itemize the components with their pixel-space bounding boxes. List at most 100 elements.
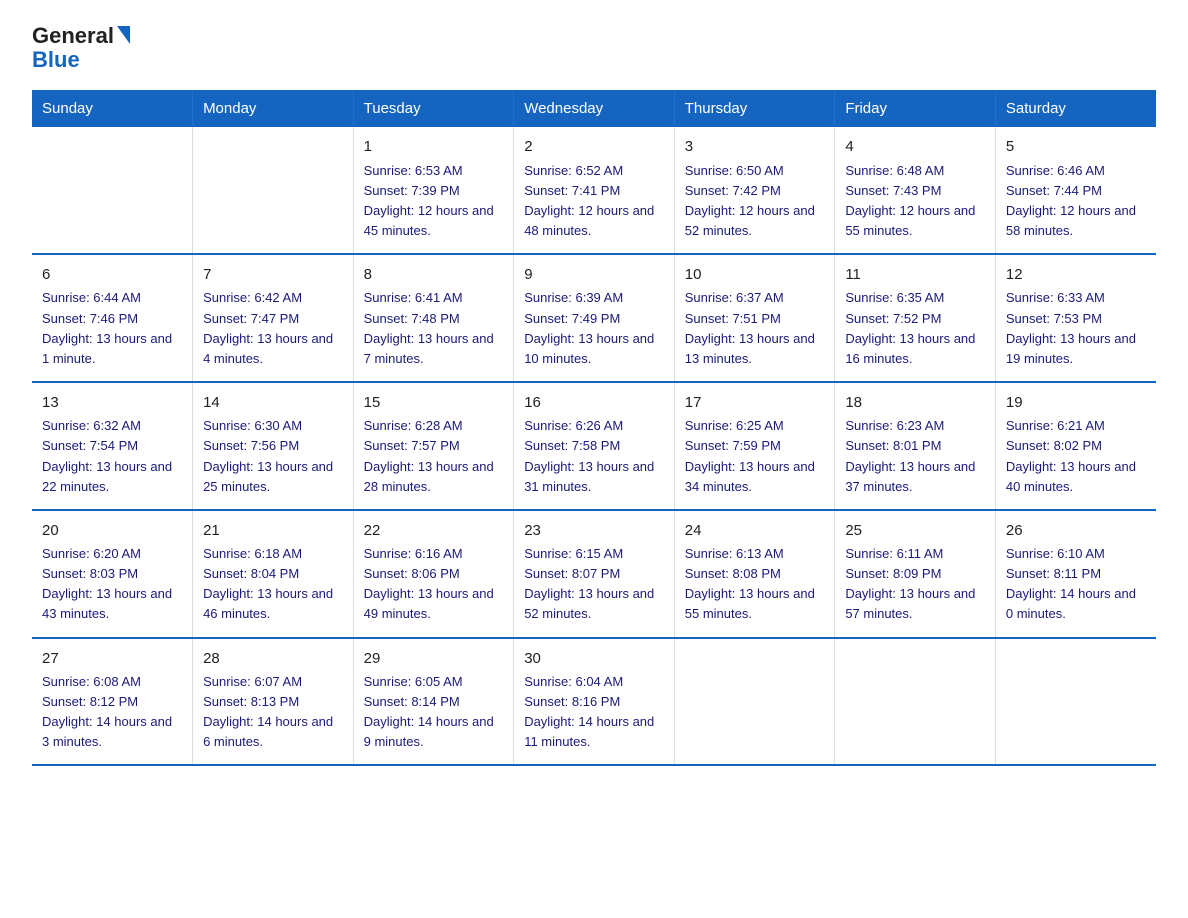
day-cell: 24Sunrise: 6:13 AMSunset: 8:08 PMDayligh… [674,510,835,638]
day-cell: 10Sunrise: 6:37 AMSunset: 7:51 PMDayligh… [674,254,835,382]
day-number: 14 [203,391,343,414]
day-cell: 14Sunrise: 6:30 AMSunset: 7:56 PMDayligh… [193,382,354,510]
day-cell: 16Sunrise: 6:26 AMSunset: 7:58 PMDayligh… [514,382,675,510]
day-info: Sunrise: 6:21 AMSunset: 8:02 PMDaylight:… [1006,416,1146,497]
day-number: 1 [364,135,504,158]
day-cell: 2Sunrise: 6:52 AMSunset: 7:41 PMDaylight… [514,127,675,254]
header-row: SundayMondayTuesdayWednesdayThursdayFrid… [32,90,1156,127]
day-cell: 26Sunrise: 6:10 AMSunset: 8:11 PMDayligh… [995,510,1156,638]
day-number: 3 [685,135,825,158]
week-row-1: 1 Sunrise: 6:53 AMSunset: 7:39 PMDaylight… [32,127,1156,254]
day-info: Sunrise: 6:08 AMSunset: 8:12 PMDaylight:… [42,672,182,753]
day-info: Sunrise: 6:11 AMSunset: 8:09 PMDaylight:… [845,544,985,625]
day-cell: 30Sunrise: 6:04 AMSunset: 8:16 PMDayligh… [514,638,675,766]
header-sunday: Sunday [32,90,193,127]
day-info: Sunrise: 6:52 AMSunset: 7:41 PMDaylight:… [524,161,664,242]
day-cell: 27Sunrise: 6:08 AMSunset: 8:12 PMDayligh… [32,638,193,766]
header-wednesday: Wednesday [514,90,675,127]
day-cell: 8Sunrise: 6:41 AMSunset: 7:48 PMDaylight… [353,254,514,382]
day-cell: 7Sunrise: 6:42 AMSunset: 7:47 PMDaylight… [193,254,354,382]
day-info: Sunrise: 6:15 AMSunset: 8:07 PMDaylight:… [524,544,664,625]
day-number: 11 [845,263,985,286]
day-number: 29 [364,647,504,670]
calendar-table: SundayMondayTuesdayWednesdayThursdayFrid… [32,90,1156,766]
day-number: 10 [685,263,825,286]
day-number: 19 [1006,391,1146,414]
day-number: 6 [42,263,182,286]
day-info: Sunrise: 6:05 AMSunset: 8:14 PMDaylight:… [364,672,504,753]
day-cell: 22Sunrise: 6:16 AMSunset: 8:06 PMDayligh… [353,510,514,638]
day-info: Sunrise: 6:46 AMSunset: 7:44 PMDaylight:… [1006,161,1146,242]
day-number: 7 [203,263,343,286]
day-cell: 28Sunrise: 6:07 AMSunset: 8:13 PMDayligh… [193,638,354,766]
day-number: 25 [845,519,985,542]
day-info: Sunrise: 6:37 AMSunset: 7:51 PMDaylight:… [685,288,825,369]
day-cell: 18Sunrise: 6:23 AMSunset: 8:01 PMDayligh… [835,382,996,510]
day-cell: 12Sunrise: 6:33 AMSunset: 7:53 PMDayligh… [995,254,1156,382]
day-info: Sunrise: 6:30 AMSunset: 7:56 PMDaylight:… [203,416,343,497]
logo-blue: Blue [32,48,80,72]
day-number: 5 [1006,135,1146,158]
day-info: Sunrise: 6:25 AMSunset: 7:59 PMDaylight:… [685,416,825,497]
week-row-2: 6Sunrise: 6:44 AMSunset: 7:46 PMDaylight… [32,254,1156,382]
header-friday: Friday [835,90,996,127]
day-number: 12 [1006,263,1146,286]
day-cell: 9Sunrise: 6:39 AMSunset: 7:49 PMDaylight… [514,254,675,382]
header-thursday: Thursday [674,90,835,127]
day-info: Sunrise: 6:04 AMSunset: 8:16 PMDaylight:… [524,672,664,753]
day-cell: 11Sunrise: 6:35 AMSunset: 7:52 PMDayligh… [835,254,996,382]
day-number: 4 [845,135,985,158]
day-number: 28 [203,647,343,670]
day-info: Sunrise: 6:50 AMSunset: 7:42 PMDaylight:… [685,161,825,242]
day-number: 27 [42,647,182,670]
day-info: Sunrise: 6:28 AMSunset: 7:57 PMDaylight:… [364,416,504,497]
day-info: Sunrise: 6:10 AMSunset: 8:11 PMDaylight:… [1006,544,1146,625]
day-info: Sunrise: 6:20 AMSunset: 8:03 PMDaylight:… [42,544,182,625]
calendar-header: SundayMondayTuesdayWednesdayThursdayFrid… [32,90,1156,127]
day-cell [995,638,1156,766]
day-number: 24 [685,519,825,542]
day-info: Sunrise: 6:48 AMSunset: 7:43 PMDaylight:… [845,161,985,242]
day-number: 21 [203,519,343,542]
day-cell: 3 Sunrise: 6:50 AMSunset: 7:42 PMDaylight… [674,127,835,254]
day-number: 20 [42,519,182,542]
day-cell: 25Sunrise: 6:11 AMSunset: 8:09 PMDayligh… [835,510,996,638]
day-number: 15 [364,391,504,414]
day-number: 13 [42,391,182,414]
day-info: Sunrise: 6:41 AMSunset: 7:48 PMDaylight:… [364,288,504,369]
week-row-3: 13Sunrise: 6:32 AMSunset: 7:54 PMDayligh… [32,382,1156,510]
day-cell: 13Sunrise: 6:32 AMSunset: 7:54 PMDayligh… [32,382,193,510]
logo-general: General [32,24,114,48]
day-info: Sunrise: 6:35 AMSunset: 7:52 PMDaylight:… [845,288,985,369]
day-number: 16 [524,391,664,414]
day-cell: 23Sunrise: 6:15 AMSunset: 8:07 PMDayligh… [514,510,675,638]
day-cell [193,127,354,254]
page-header: General Blue [32,24,1156,72]
header-tuesday: Tuesday [353,90,514,127]
day-info: Sunrise: 6:53 AMSunset: 7:39 PMDaylight:… [364,161,504,242]
day-number: 18 [845,391,985,414]
day-cell: 20Sunrise: 6:20 AMSunset: 8:03 PMDayligh… [32,510,193,638]
day-cell: 6Sunrise: 6:44 AMSunset: 7:46 PMDaylight… [32,254,193,382]
day-number: 22 [364,519,504,542]
day-cell: 4 Sunrise: 6:48 AMSunset: 7:43 PMDaylight… [835,127,996,254]
day-cell [674,638,835,766]
day-number: 26 [1006,519,1146,542]
logo-triangle-icon [117,26,130,44]
day-info: Sunrise: 6:33 AMSunset: 7:53 PMDaylight:… [1006,288,1146,369]
day-info: Sunrise: 6:13 AMSunset: 8:08 PMDaylight:… [685,544,825,625]
day-cell: 5 Sunrise: 6:46 AMSunset: 7:44 PMDaylight… [995,127,1156,254]
header-saturday: Saturday [995,90,1156,127]
day-info: Sunrise: 6:44 AMSunset: 7:46 PMDaylight:… [42,288,182,369]
day-number: 9 [524,263,664,286]
day-info: Sunrise: 6:26 AMSunset: 7:58 PMDaylight:… [524,416,664,497]
day-info: Sunrise: 6:18 AMSunset: 8:04 PMDaylight:… [203,544,343,625]
calendar-body: 1 Sunrise: 6:53 AMSunset: 7:39 PMDaylight… [32,127,1156,765]
day-cell: 17Sunrise: 6:25 AMSunset: 7:59 PMDayligh… [674,382,835,510]
day-info: Sunrise: 6:23 AMSunset: 8:01 PMDaylight:… [845,416,985,497]
day-cell: 29Sunrise: 6:05 AMSunset: 8:14 PMDayligh… [353,638,514,766]
day-info: Sunrise: 6:07 AMSunset: 8:13 PMDaylight:… [203,672,343,753]
day-cell: 21Sunrise: 6:18 AMSunset: 8:04 PMDayligh… [193,510,354,638]
day-info: Sunrise: 6:42 AMSunset: 7:47 PMDaylight:… [203,288,343,369]
day-number: 23 [524,519,664,542]
